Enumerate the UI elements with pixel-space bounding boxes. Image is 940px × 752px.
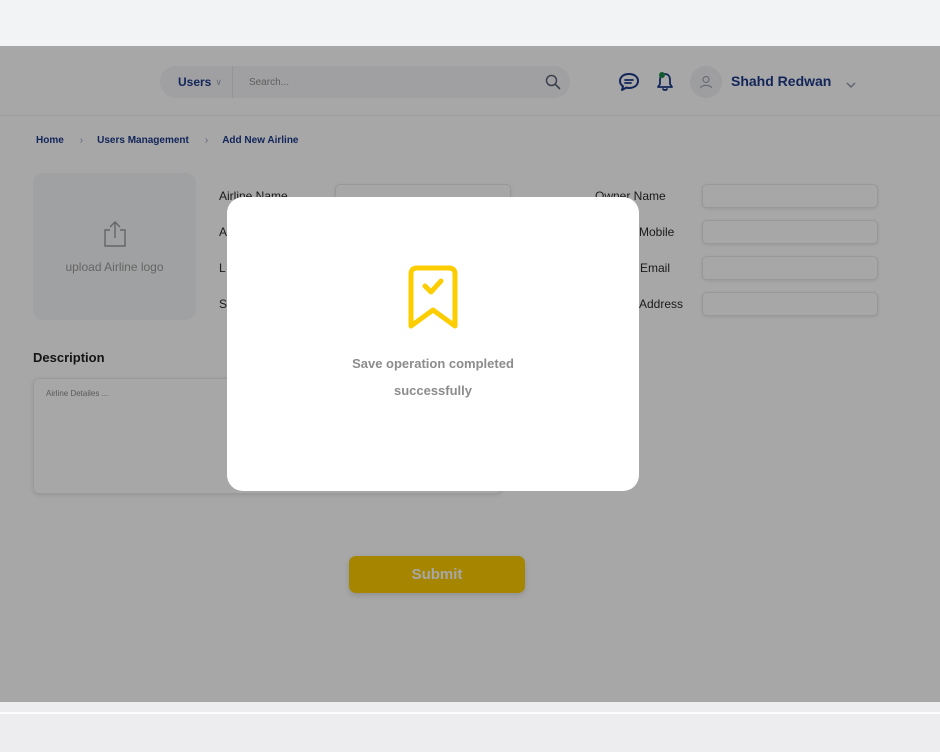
app-window: Users ∨ Shahd Redwan Home › Users Manage… [0,46,940,702]
bookmark-check-icon [408,265,458,329]
bottom-strip [0,702,940,752]
success-message: Save operation completed successfully [352,356,514,398]
success-modal: Save operation completed successfully [227,197,639,491]
